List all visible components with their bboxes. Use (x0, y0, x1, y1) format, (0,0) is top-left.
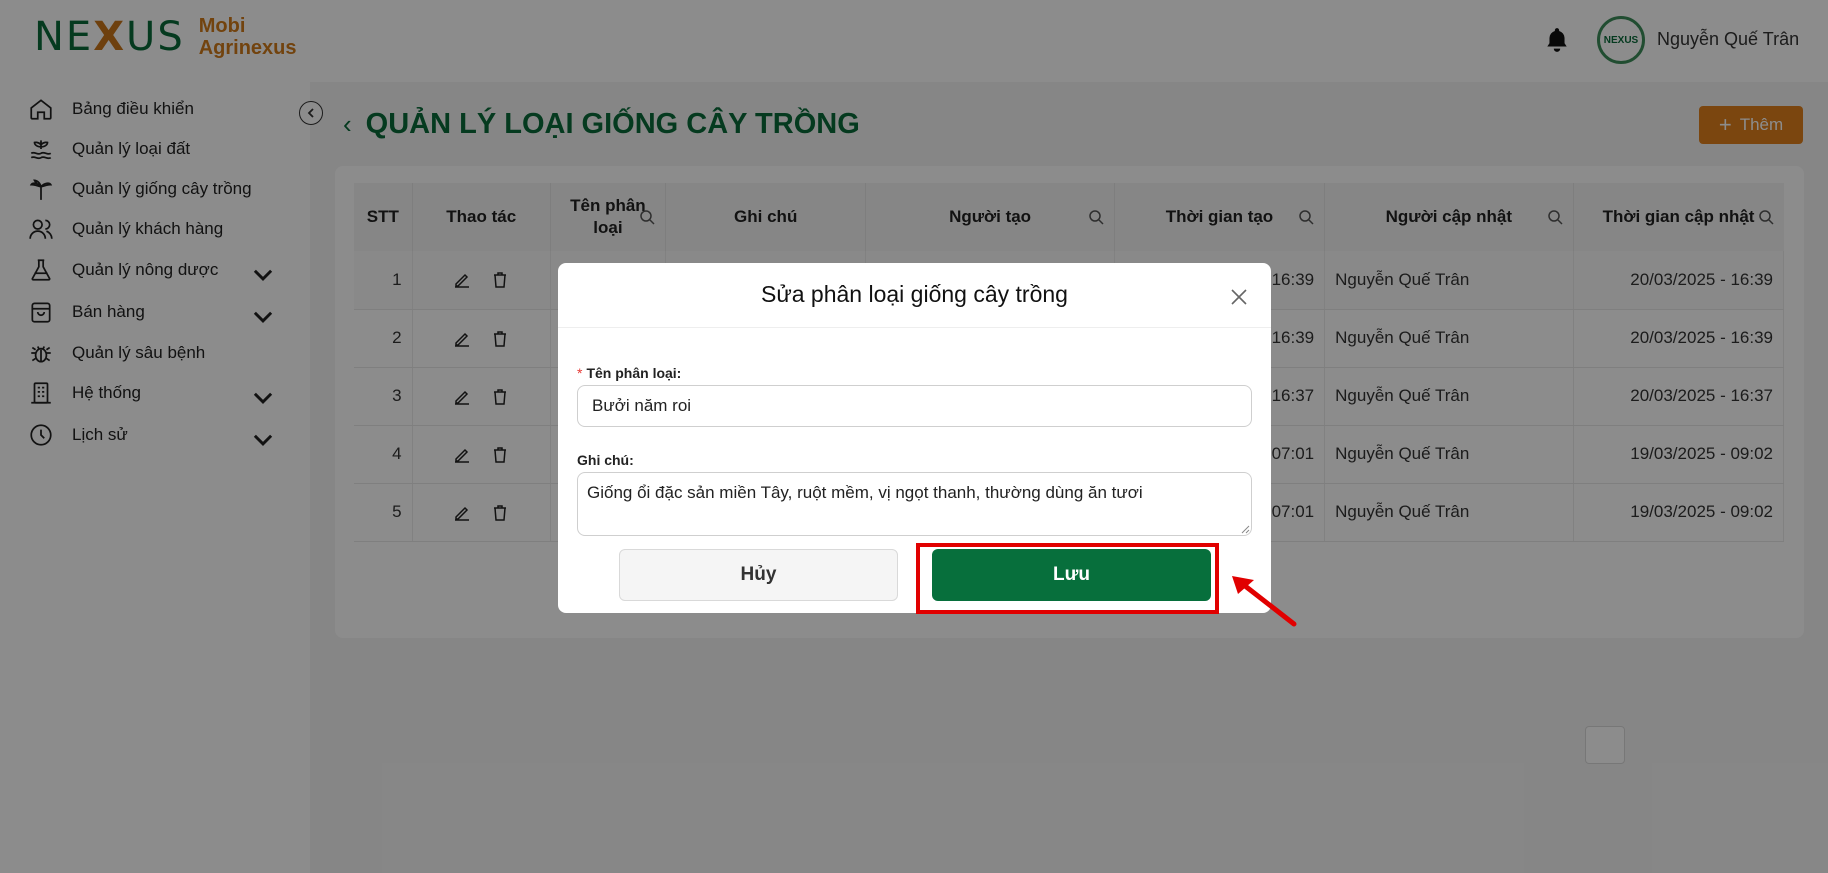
name-input[interactable]: Bưởi năm roi (577, 385, 1252, 427)
resize-grip-icon[interactable] (1240, 524, 1250, 534)
save-button-highlight (916, 543, 1219, 614)
name-field-label: * Tên phân loại: (577, 365, 682, 381)
modal-title: Sửa phân loại giống cây trồng (761, 281, 1068, 307)
cancel-button[interactable]: Hủy (619, 549, 898, 601)
modal-divider (558, 327, 1271, 328)
annotation-arrow-icon (1232, 576, 1297, 627)
close-icon[interactable] (1229, 287, 1249, 307)
note-textarea[interactable]: Giống ổi đặc sản miền Tây, ruột mềm, vị … (577, 472, 1252, 536)
note-field-label: Ghi chú: (577, 452, 634, 468)
